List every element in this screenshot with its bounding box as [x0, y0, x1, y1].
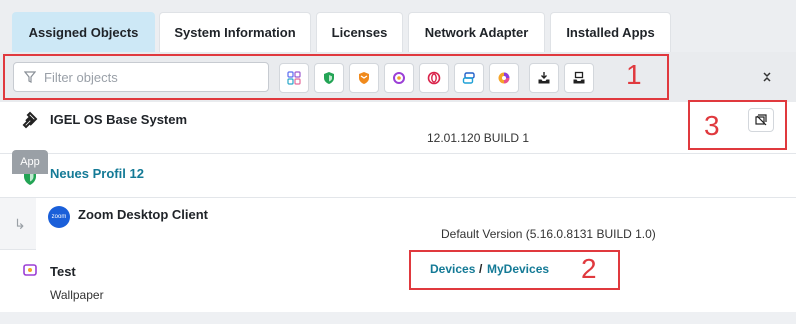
list-footer [0, 312, 796, 324]
ring-button[interactable] [419, 63, 449, 93]
list-item[interactable]: Neues Profil 12 [0, 154, 796, 198]
tab-assigned-objects[interactable]: Assigned Objects [12, 12, 155, 52]
tab-licenses[interactable]: Licenses [316, 12, 403, 52]
object-name: Test [50, 264, 76, 279]
collapse-button[interactable] [756, 66, 778, 88]
annotation-number-1: 1 [626, 59, 642, 90]
object-version: 12.01.120 BUILD 1 [427, 131, 530, 145]
object-type: Wallpaper [50, 288, 104, 302]
tab-system-information[interactable]: System Information [159, 12, 311, 52]
object-name: Zoom Desktop Client [78, 207, 209, 222]
upload-button[interactable] [564, 63, 594, 93]
annotation-number-2: 2 [581, 253, 597, 284]
profile-name[interactable]: Neues Profil 12 [50, 166, 144, 181]
assigned-objects-list: IGEL OS Base System 12.01.120 BUILD 1 Ne… [0, 102, 796, 324]
funnel-icon [24, 71, 36, 83]
pie-icon [498, 72, 510, 84]
tab-installed-apps[interactable]: Installed Apps [550, 12, 671, 52]
download-tray-icon [538, 72, 550, 84]
stack-button[interactable] [454, 63, 484, 93]
path-link-mydevices[interactable]: MyDevices [487, 262, 549, 276]
toolbar [0, 52, 796, 102]
chevrons-collapse-icon [763, 72, 771, 82]
unassign-button[interactable] [748, 108, 774, 132]
gear-plugin-icon [393, 72, 405, 84]
igel-logo-icon [22, 111, 38, 129]
list-item[interactable]: IGEL OS Base System 12.01.120 BUILD 1 [0, 102, 796, 154]
path-separator: / [479, 262, 483, 276]
shield-button[interactable] [314, 63, 344, 93]
filter-field[interactable] [13, 62, 269, 92]
object-name: IGEL OS Base System [50, 112, 188, 127]
app-badge: App [12, 150, 48, 174]
path-link-devices[interactable]: Devices [430, 262, 475, 276]
apps-grid-icon [287, 71, 301, 85]
shield-icon [324, 72, 334, 84]
tab-network-adapter[interactable]: Network Adapter [408, 12, 545, 52]
annotation-number-3: 3 [704, 110, 720, 141]
tab-bar: Assigned Objects System Information Lice… [0, 0, 796, 52]
filter-input[interactable] [44, 69, 264, 85]
list-item[interactable]: ↳ zoom Zoom Desktop Client Default Versi… [0, 198, 796, 250]
gear-plugin-button[interactable] [384, 63, 414, 93]
badge-icon [359, 72, 369, 84]
list-item[interactable]: Test Wallpaper Devices / MyDevices [0, 250, 796, 312]
badge-button[interactable] [349, 63, 379, 93]
stack-icon [462, 72, 475, 84]
child-row-body [36, 198, 796, 250]
pie-button[interactable] [489, 63, 519, 93]
ring-icon [427, 71, 441, 85]
upload-tray-icon [573, 71, 585, 84]
download-button[interactable] [529, 63, 559, 93]
zoom-icon: zoom [48, 206, 70, 228]
gear-plugin-icon [23, 264, 37, 276]
object-version: Default Version (5.16.0.8131 BUILD 1.0) [441, 227, 656, 241]
apps-grid-button[interactable] [279, 63, 309, 93]
unassign-icon [755, 114, 767, 126]
child-arrow-icon: ↳ [14, 216, 26, 232]
